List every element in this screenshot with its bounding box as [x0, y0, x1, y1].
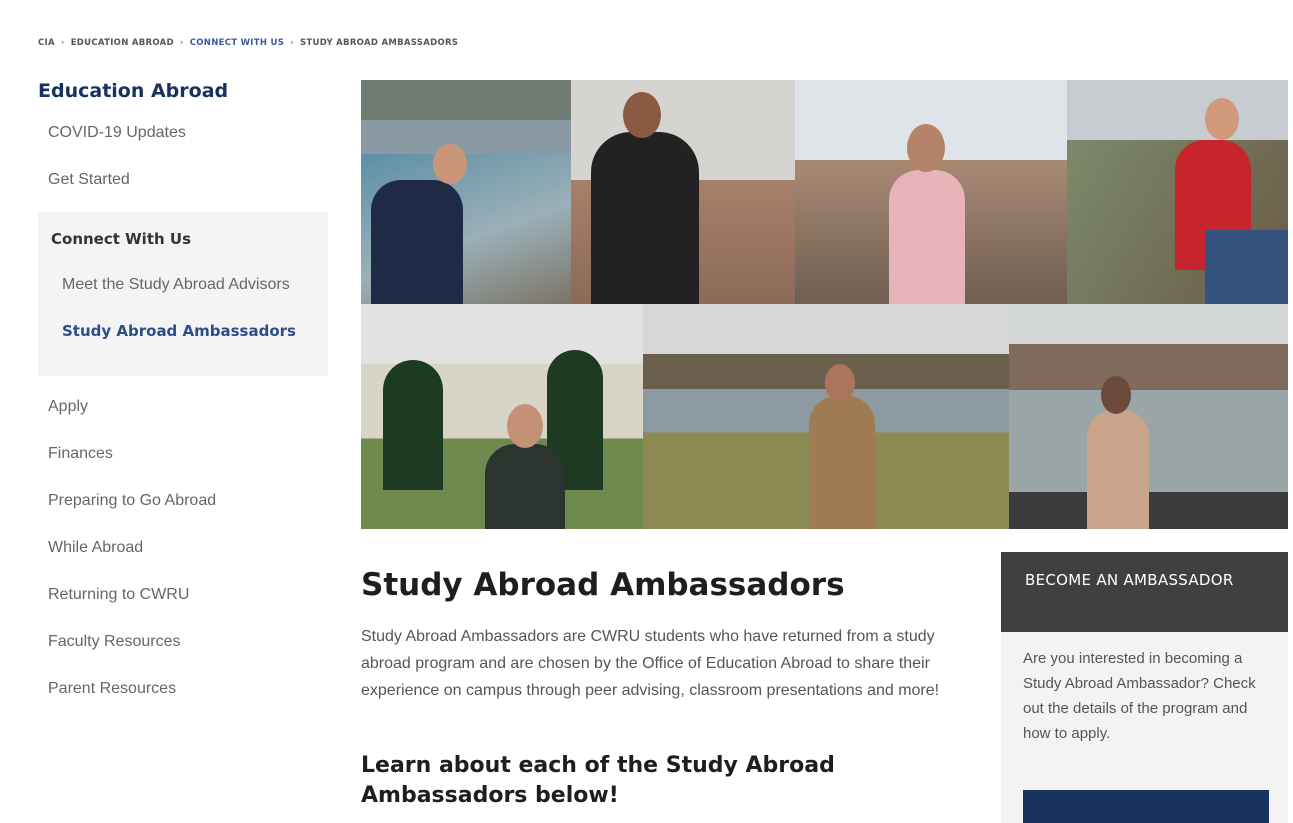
photo-river-rocks [361, 80, 571, 304]
sidebar-nav: Education Abroad COVID-19 Updates Get St… [38, 80, 328, 721]
sidebar-item-connect-with-us[interactable]: Connect With Us [38, 224, 328, 270]
photo-railing-overcast [571, 80, 795, 304]
apply-button[interactable] [1023, 790, 1269, 823]
sidebar-item-get-started[interactable]: Get Started [38, 165, 328, 212]
sidebar-item-covid-updates[interactable]: COVID-19 Updates [38, 118, 328, 165]
callout-body: Are you interested in becoming a Study A… [1023, 650, 1256, 742]
sidebar-item-returning[interactable]: Returning to CWRU [38, 580, 328, 627]
callout-heading: BECOME AN AMBASSADOR [1001, 552, 1288, 632]
sidebar-item-parent[interactable]: Parent Resources [38, 674, 328, 721]
breadcrumb-connect-with-us[interactable]: CONNECT WITH US [190, 38, 284, 48]
breadcrumb-current: STUDY ABROAD AMBASSADORS [299, 38, 459, 48]
breadcrumb-separator: › [179, 38, 184, 48]
sidebar-item-preparing[interactable]: Preparing to Go Abroad [38, 486, 328, 533]
sidebar-subitem-ambassadors[interactable]: Study Abroad Ambassadors [38, 316, 328, 362]
sidebar-heading[interactable]: Education Abroad [38, 80, 328, 102]
sidebar-item-faculty[interactable]: Faculty Resources [38, 627, 328, 674]
become-ambassador-callout: BECOME AN AMBASSADOR Are you interested … [1001, 552, 1288, 823]
page-title: Study Abroad Ambassadors [361, 567, 845, 603]
sidebar-item-while-abroad[interactable]: While Abroad [38, 533, 328, 580]
intro-paragraph: Study Abroad Ambassadors are CWRU studen… [361, 628, 940, 699]
sidebar-group-connect: Connect With Us Meet the Study Abroad Ad… [38, 212, 328, 376]
section-heading: Learn about each of the Study Abroad Amb… [361, 753, 835, 808]
breadcrumb-separator: › [290, 38, 294, 48]
sidebar-item-apply[interactable]: Apply [38, 392, 328, 439]
photo-canal-bikes [1009, 304, 1288, 529]
photo-coastal-cliff [1067, 80, 1288, 304]
breadcrumb-separator: › [60, 38, 65, 48]
sidebar-item-finances[interactable]: Finances [38, 439, 328, 486]
photo-city-rooftops [795, 80, 1067, 304]
photo-lake-valley [643, 304, 1009, 529]
breadcrumb: CIA › EDUCATION ABROAD › CONNECT WITH US… [38, 38, 458, 48]
sidebar-subitem-advisors[interactable]: Meet the Study Abroad Advisors [38, 270, 328, 316]
breadcrumb-cia[interactable]: CIA [38, 38, 55, 48]
breadcrumb-education-abroad[interactable]: EDUCATION ABROAD [71, 38, 174, 48]
ambassador-photo-collage [361, 80, 1288, 529]
photo-palace-garden [361, 304, 643, 529]
